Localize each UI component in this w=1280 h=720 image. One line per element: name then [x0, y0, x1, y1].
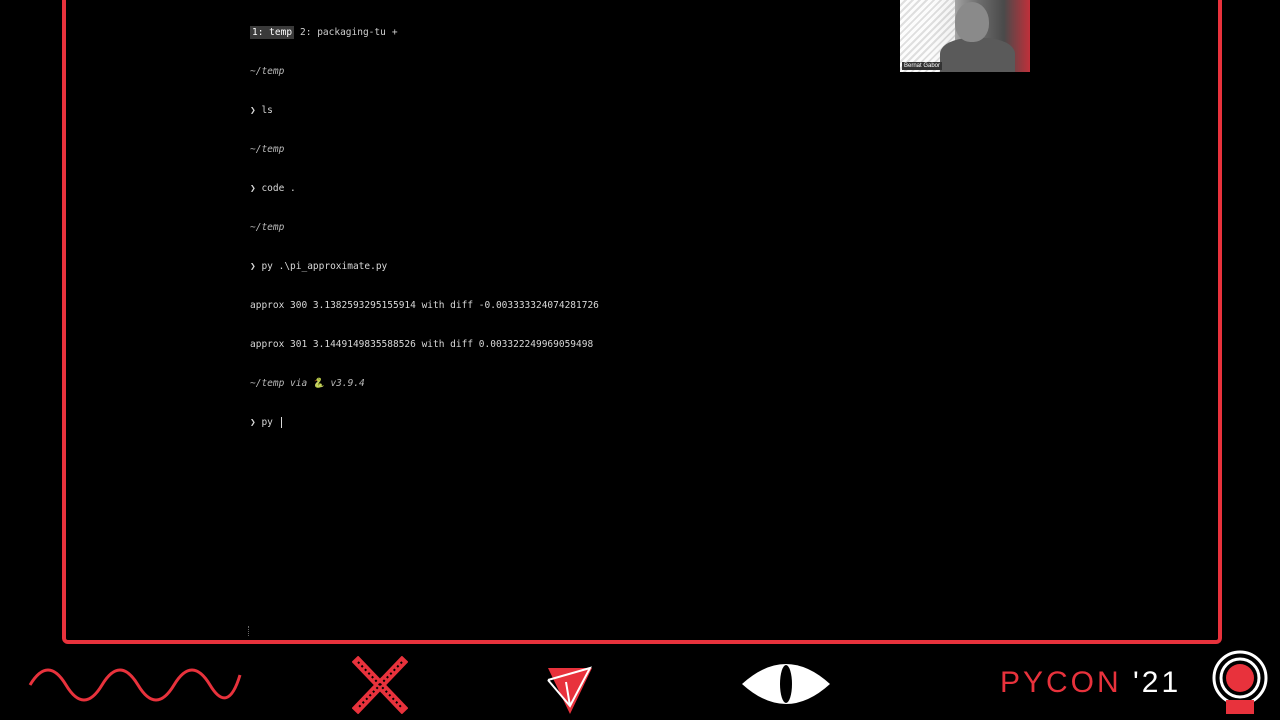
- terminal-tab-2[interactable]: 2: packaging-tu: [300, 26, 386, 39]
- pycon-label: PYCON: [1000, 666, 1122, 699]
- wave-icon: [28, 668, 242, 702]
- triangle-icon: [547, 666, 592, 714]
- terminal-line: ~/temp: [250, 144, 285, 155]
- terminal-tab-bar: 1: temp 2: packaging-tu +: [250, 26, 890, 39]
- terminal-line: ❯ ls: [250, 105, 273, 116]
- terminal-line: ~/temp: [250, 66, 285, 77]
- terminal-tab-1[interactable]: 1: temp: [250, 26, 295, 39]
- terminal-input[interactable]: ❯ py: [250, 416, 279, 429]
- speaker-head: [955, 2, 989, 42]
- eye-icon: [742, 664, 830, 704]
- pycon-logo-text: PYCON '21: [1000, 666, 1181, 700]
- text-cursor: [280, 417, 282, 428]
- terminal-line: ❯ code .: [250, 183, 296, 194]
- terminal-output-line: approx 300 3.1382593295155914 with diff …: [250, 300, 599, 311]
- terminal-input-line[interactable]: ❯ py: [250, 416, 890, 429]
- terminal-line: ~/temp via 🐍 v3.9.4: [250, 378, 365, 389]
- terminal-line: ❯ py .\pi_approximate.py: [250, 261, 388, 272]
- scroll-marker: [248, 626, 251, 636]
- branding-bar: PYCON '21: [0, 650, 1280, 720]
- pycon-year: '21: [1133, 666, 1182, 699]
- new-tab-button[interactable]: +: [392, 26, 398, 39]
- terminal-output-line: approx 301 3.1449149835588526 with diff …: [250, 339, 594, 350]
- speaker-webcam: Bernat Gabor: [900, 0, 1030, 72]
- target-icon: [1212, 650, 1268, 714]
- speaker-body: [940, 38, 1015, 72]
- terminal-window[interactable]: 1: temp 2: packaging-tu + ~/temp ❯ ls ~/…: [250, 0, 890, 640]
- speaker-name-tag: Bernat Gabor: [902, 62, 943, 70]
- x-icon: [352, 656, 408, 714]
- terminal-line: ~/temp: [250, 222, 285, 233]
